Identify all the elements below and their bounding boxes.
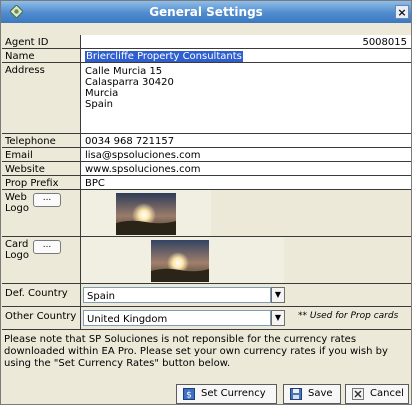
card-logo-label-line1: Card [5,239,29,250]
def-country-value: Spain [87,291,115,302]
agent-id-value: 5008015 [362,37,407,48]
email-label: Email [5,150,33,161]
card-logo-panel [81,237,284,283]
window-title: General Settings [149,5,263,19]
cancel-label: Cancel [370,388,404,399]
web-logo-label-line2: Logo [5,203,29,214]
card-logo-row: Card Logo ... [2,237,411,284]
set-currency-rates-button[interactable]: $ Set Currency Rates [176,384,277,404]
close-button[interactable]: × [395,5,409,19]
chevron-down-icon[interactable]: ▼ [271,310,285,326]
def-country-row: Def. Country Spain ▼ [2,284,411,307]
address-line-4: Spain [85,99,113,110]
agent-id-row: Agent ID 5008015 [2,35,411,49]
def-country-dropdown[interactable]: Spain ▼ [83,287,285,303]
prop-prefix-value: BPC [85,178,105,189]
other-country-value: United Kingdom [87,314,168,325]
name-row: Name Briercliffe Property Consultants [2,49,411,63]
address-line-2: Calasparra 30420 [85,77,174,88]
name-field[interactable]: Briercliffe Property Consultants [80,49,411,62]
web-logo-panel [81,190,211,236]
cancel-icon [352,388,364,400]
telephone-row: Telephone 0034 968 721157 [2,134,411,148]
card-logo-browse-button[interactable]: ... [33,240,61,254]
currency-icon: $ [183,388,195,400]
web-logo-row: Web Logo ... [2,190,411,237]
other-country-row: Other Country United Kingdom ▼ ** Used f… [2,307,411,330]
web-logo-browse-button[interactable]: ... [33,193,61,207]
cancel-button[interactable]: Cancel [345,384,409,404]
set-currency-rates-label: Set Currency Rates [201,388,266,399]
prop-prefix-field[interactable]: BPC [80,176,411,189]
card-logo-image[interactable] [151,240,209,282]
other-country-dropdown[interactable]: United Kingdom ▼ [83,310,285,326]
agent-id-field[interactable]: 5008015 [80,35,411,48]
other-country-cell: United Kingdom ▼ ** Used for Prop cards [80,307,411,329]
card-logo-label-line2: Logo [5,250,29,261]
svg-text:$: $ [186,391,192,401]
name-label: Name [5,51,35,62]
def-country-cell: Spain ▼ [80,284,411,306]
web-logo-image[interactable] [116,193,176,235]
other-country-note: ** Used for Prop cards [298,311,399,321]
web-logo-label: Web Logo [5,192,29,214]
chevron-down-icon[interactable]: ▼ [271,287,285,303]
prop-prefix-label: Prop Prefix [5,178,59,189]
card-logo-label: Card Logo [5,239,29,261]
email-field[interactable]: lisa@spsoluciones.com [80,148,411,161]
save-label: Save [308,388,333,399]
settings-window: General Settings × Agent ID 5008015 Name… [0,0,412,405]
card-logo-area [80,237,411,283]
address-label: Address [5,65,45,76]
title-bar[interactable]: General Settings × [1,1,411,23]
save-button[interactable]: Save [283,384,341,404]
email-value: lisa@spsoluciones.com [85,150,201,161]
address-line-1: Calle Murcia 15 [85,66,163,77]
telephone-field[interactable]: 0034 968 721157 [80,134,411,147]
agent-id-label: Agent ID [5,37,49,48]
floppy-disk-icon [290,388,302,400]
prop-prefix-row: Prop Prefix BPC [2,176,411,190]
website-row: Website www.spsoluciones.com [2,162,411,176]
website-value: www.spsoluciones.com [85,164,201,175]
email-row: Email lisa@spsoluciones.com [2,148,411,162]
currency-notice: Please note that SP Soluciones is not re… [4,334,388,369]
address-value: Calle Murcia 15 Calasparra 30420 Murcia … [85,66,174,110]
address-row: Address Calle Murcia 15 Calasparra 30420… [2,63,411,134]
name-value: Briercliffe Property Consultants [85,51,243,62]
web-logo-area [80,190,411,236]
website-field[interactable]: www.spsoluciones.com [80,162,411,175]
def-country-label: Def. Country [5,288,68,299]
website-label: Website [5,164,45,175]
address-field[interactable]: Calle Murcia 15 Calasparra 30420 Murcia … [80,63,411,133]
name-selected-text: Briercliffe Property Consultants [85,51,243,62]
web-logo-label-line1: Web [5,192,27,203]
other-country-label: Other Country [5,311,77,322]
telephone-value: 0034 968 721157 [85,136,175,147]
address-line-3: Murcia [85,88,119,99]
telephone-label: Telephone [5,136,56,147]
